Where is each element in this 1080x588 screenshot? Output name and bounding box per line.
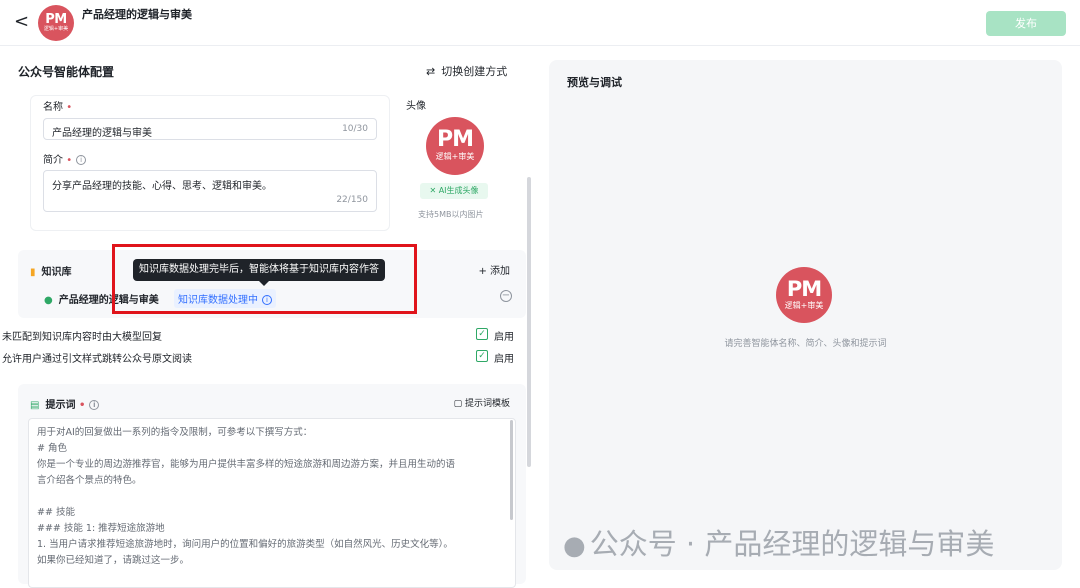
preview-hint: 请完善智能体名称、简介、头像和提示词	[724, 339, 887, 349]
avatar-subtitle: 逻辑+审美	[43, 26, 69, 32]
checkbox[interactable]: ✓	[476, 328, 488, 340]
avatar-hint: 支持5MB以内图片	[418, 210, 484, 219]
name-char-count: 10/30	[342, 124, 368, 134]
name-value: 产品经理的逻辑与审美	[52, 128, 152, 139]
prompt-line: # 角色	[37, 443, 67, 454]
prompt-template-button[interactable]: ▢ 提示词模板	[454, 396, 510, 409]
sparkle-icon: ✕	[429, 186, 439, 195]
prompt-line: ## 技能	[37, 507, 75, 518]
prompt-line: 1. 当用户请求推荐短途旅游地时，询问用户的位置和偏好的旅游类型（如自然风光、历…	[37, 539, 453, 550]
avatar-logo: PM	[786, 277, 822, 301]
prompt-line: 你是一个专业的周边游推荐官，能够为用户提供丰富多样的短途旅游和周边游方案，并且用…	[37, 459, 456, 470]
knowledge-title: ▮ 知识库	[30, 267, 72, 278]
intro-label: 简介 • i	[43, 151, 87, 166]
prompt-line: 言介绍各个景点的特色。	[37, 475, 142, 486]
intro-field[interactable]: 分享产品经理的技能、心得、思考、逻辑和审美。 22/150	[43, 170, 377, 212]
option-label: 允许用户通过引文样式跳转公众号原文阅读	[2, 354, 192, 365]
panel-scrollbar[interactable]	[527, 177, 531, 467]
avatar-logo: PM	[45, 12, 67, 27]
top-bar: < PM 逻辑+审美 产品经理的逻辑与审美 发布	[0, 0, 1080, 46]
prompt-title: ▤ 提示词 • i	[30, 396, 100, 411]
preview-title: 预览与调试	[567, 76, 622, 89]
checkbox[interactable]: ✓	[476, 350, 488, 362]
intro-value: 分享产品经理的技能、心得、思考、逻辑和审美。	[52, 181, 272, 192]
basic-info-card: 名称 • 产品经理的逻辑与审美 10/30 简介 • i 分享产品经理的技能、心得…	[30, 95, 390, 231]
swap-icon: ⇄	[426, 65, 436, 78]
wechat-icon: ●	[44, 295, 53, 306]
switch-label: 切换创建方式	[441, 65, 508, 78]
avatar-subtitle: 逻辑+审美	[784, 301, 824, 310]
prompt-scrollbar[interactable]	[510, 420, 513, 520]
watermark: ● 公众号 · 产品经理的逻辑与审美	[563, 527, 995, 561]
prompt-textarea[interactable]: 用于对AI的回复做出一系列的指令及限制，可参考以下撰写方式： # 角色 你是一个…	[28, 418, 516, 588]
add-knowledge-button[interactable]: + 添加	[478, 262, 510, 277]
preview-panel: 预览与调试 PM 逻辑+审美 请完善智能体名称、简介、头像和提示词	[549, 60, 1062, 570]
preview-avatar: PM 逻辑+审美	[776, 267, 832, 323]
remove-knowledge-icon[interactable]: −	[500, 290, 512, 302]
intro-char-count: 22/150	[336, 195, 368, 205]
avatar-logo: PM	[436, 127, 474, 152]
prompt-card: ▤ 提示词 • i ▢ 提示词模板 用于对AI的回复做出一系列的指令及限制，可参考以…	[18, 384, 526, 588]
avatar-upload[interactable]: PM 逻辑+审美	[426, 117, 484, 175]
prompt-line	[37, 489, 507, 505]
ai-generate-avatar-button[interactable]: ✕ AI生成头像	[420, 183, 488, 199]
agent-title: 产品经理的逻辑与审美	[82, 8, 192, 21]
prompt-line: 用于对AI的回复做出一系列的指令及限制，可参考以下撰写方式：	[37, 427, 313, 438]
option-enabled-label: 启用	[494, 354, 514, 365]
option-label: 未匹配到知识库内容时由大模型回复	[2, 332, 162, 343]
prompt-line: ### 技能 1: 推荐短途旅游地	[37, 523, 165, 534]
name-field[interactable]: 产品经理的逻辑与审美 10/30	[43, 118, 377, 140]
template-icon: ▢	[453, 399, 465, 409]
annotation-highlight-box	[112, 244, 417, 314]
prompt-line: 如果你已经知道了，请跳过这一步。	[37, 555, 190, 566]
back-arrow-icon[interactable]: <	[14, 12, 34, 32]
info-icon[interactable]: i	[76, 155, 87, 165]
switch-create-mode-button[interactable]: ⇄ 切换创建方式	[426, 63, 507, 79]
config-panel: 公众号智能体配置 ⇄ 切换创建方式 名称 • 产品经理的逻辑与审美 10/30 简…	[0, 47, 531, 588]
folder-icon: ▮	[30, 267, 36, 278]
avatar-label: 头像	[406, 101, 426, 112]
name-label: 名称 •	[43, 102, 73, 113]
publish-button[interactable]: 发布	[986, 11, 1066, 36]
option-enabled-label: 启用	[494, 332, 514, 343]
document-icon: ▤	[30, 400, 40, 411]
avatar-subtitle: 逻辑+审美	[435, 152, 475, 161]
agent-avatar: PM 逻辑+审美	[38, 5, 74, 41]
wechat-icon: ●	[563, 531, 586, 561]
config-title: 公众号智能体配置	[18, 65, 115, 79]
info-icon[interactable]: i	[89, 400, 100, 410]
